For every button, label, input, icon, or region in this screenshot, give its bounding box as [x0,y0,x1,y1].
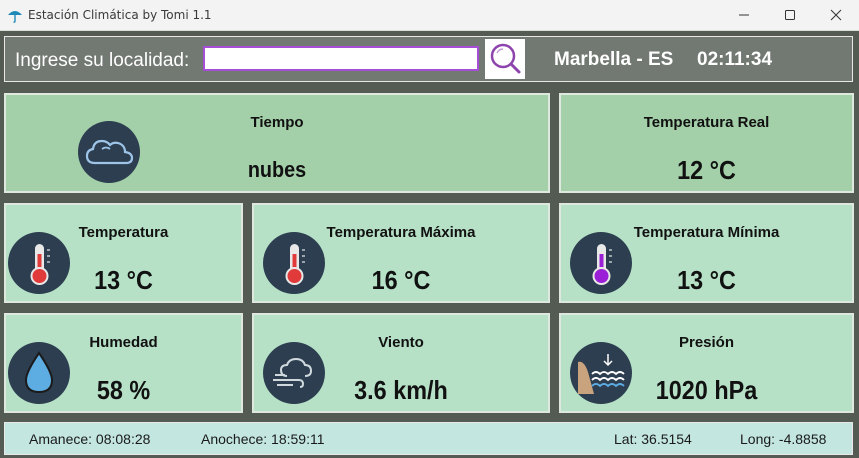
wind-card: Viento 3.6 km/h [252,313,550,413]
real-temp-value: 12 °C [677,155,736,185]
maximize-button[interactable] [767,0,813,30]
sunset-time: Anochece: 18:59:11 [201,431,325,447]
weather-title: Tiempo [250,114,304,131]
humidity-title: Humedad [89,334,158,351]
pressure-title: Presión [678,334,735,351]
pressure-card: Presión 1020 hPa [559,313,854,413]
close-icon [830,9,842,21]
max-temp-title: Temperatura Máxima [326,224,476,241]
sunrise-time: Amanece: 08:08:28 [29,431,151,447]
minimize-icon [739,14,749,16]
temperature-card: Temperatura 13 °C [4,203,243,303]
location-input[interactable] [203,46,479,71]
latitude: Lat: 36.5154 [614,431,692,447]
humidity-value: 58 % [96,375,151,405]
location-name: Marbella - ES [554,49,674,70]
min-temp-title: Temperatura Mínima [633,224,780,241]
wind-value: 3.6 km/h [354,375,448,405]
weather-card: Tiempo nubes [4,93,550,193]
temperature-title: Temperatura [78,224,169,241]
temperature-value: 13 °C [94,265,153,295]
window-titlebar: Estación Climática by Tomi 1.1 [0,0,859,31]
max-temp-value: 16 °C [371,265,431,295]
humidity-card: Humedad 58 % [4,313,243,413]
search-button[interactable] [485,39,525,79]
search-bar: Ingrese su localidad: Marbella - ES 02:1… [4,36,853,82]
min-temp-value: 13 °C [677,265,736,295]
weather-value: nubes [247,157,307,182]
window-title: Estación Climática by Tomi 1.1 [28,8,212,22]
footer-bar: Amanece: 08:08:28 Anochece: 18:59:11 Lat… [4,422,853,455]
wind-title: Viento [378,334,424,351]
search-icon [490,43,521,74]
close-button[interactable] [813,0,859,30]
longitude: Long: -4.8858 [740,431,827,447]
max-temp-card: Temperatura Máxima 16 °C [252,203,550,303]
maximize-icon [785,10,795,20]
clock: 02:11:34 [697,49,773,70]
search-label: Ingrese su localidad: [15,50,190,71]
umbrella-icon [8,11,22,23]
minimize-button[interactable] [721,0,767,30]
real-temp-title: Temperatura Real [643,114,770,131]
min-temp-card: Temperatura Mínima 13 °C [559,203,854,303]
pressure-value: 1020 hPa [655,375,758,405]
real-temp-card: Temperatura Real 12 °C [559,93,854,193]
